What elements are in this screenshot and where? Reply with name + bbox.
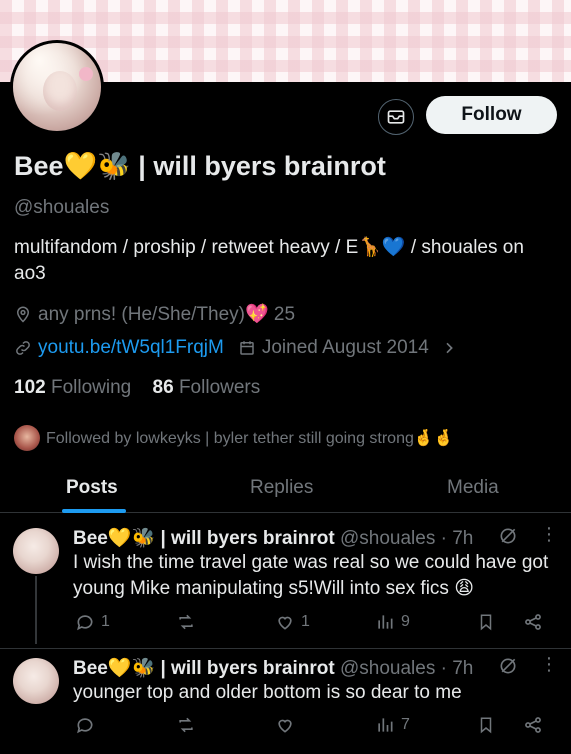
like-button[interactable]: 1	[275, 612, 310, 632]
more-options-icon[interactable]: ⋮	[540, 524, 558, 545]
reply-icon	[77, 718, 93, 734]
heart-icon	[278, 719, 292, 733]
views-button[interactable]: 7	[375, 715, 410, 735]
post-text: I wish the time travel gate was real so …	[73, 552, 549, 599]
post-actions: 7	[73, 715, 553, 737]
calendar-icon	[240, 341, 254, 355]
message-button[interactable]	[378, 99, 414, 135]
views-icon	[378, 718, 393, 732]
post-avatar[interactable]	[13, 528, 59, 574]
following-link[interactable]: 102 Following	[14, 377, 131, 398]
retweet-button[interactable]	[175, 612, 203, 632]
grok-icon[interactable]	[498, 656, 518, 676]
post-text: younger top and older bottom is so dear …	[73, 682, 462, 703]
views-icon	[378, 615, 393, 629]
profile-location: any prns! (He/She/They)💖 25	[38, 304, 296, 325]
mail-icon	[387, 110, 405, 124]
tab-posts[interactable]: Posts	[66, 477, 118, 499]
profile-bio: multifandom / proship / retweet heavy / …	[14, 237, 524, 284]
profile-display-name: Bee💛🐝 | will byers brainrot	[14, 151, 386, 181]
post-divider	[0, 648, 571, 649]
retweet-icon	[179, 717, 193, 733]
retweet-button[interactable]	[175, 715, 203, 735]
tab-media[interactable]: Media	[447, 477, 499, 499]
location-pin-icon	[16, 306, 30, 323]
profile-tabs: Posts Replies Media	[0, 468, 571, 513]
post-actions: 1 1 9	[73, 612, 553, 634]
follower-avatar	[14, 425, 40, 451]
active-tab-indicator	[62, 509, 126, 513]
profile-handle: @shouales	[14, 197, 110, 218]
post-author-name[interactable]: Bee💛🐝 | will byers brainrot	[73, 658, 335, 679]
retweet-icon	[179, 614, 193, 630]
followed-by-row[interactable]: Followed by lowkeyks | byler tether stil…	[14, 425, 454, 451]
bookmark-icon[interactable]	[477, 715, 495, 735]
post-author-name[interactable]: Bee💛🐝 | will byers brainrot	[73, 528, 335, 549]
bookmark-icon[interactable]	[477, 612, 495, 632]
reply-button[interactable]: 1	[75, 612, 110, 632]
tab-replies[interactable]: Replies	[250, 477, 313, 499]
followed-by-text: Followed by lowkeyks | byler tether stil…	[46, 430, 454, 447]
views-button[interactable]: 9	[375, 612, 410, 632]
post-meta: @shouales · 7h	[339, 658, 474, 679]
follow-button[interactable]: Follow	[426, 96, 557, 134]
like-button[interactable]	[275, 715, 301, 735]
heart-icon	[278, 616, 292, 630]
reply-button[interactable]	[75, 715, 101, 735]
profile-link[interactable]: youtu.be/tW5ql1FrqjM	[38, 337, 224, 359]
profile-joined: Joined August 2014	[261, 337, 429, 358]
share-icon[interactable]	[523, 715, 543, 735]
post-header: Bee💛🐝 | will byers brainrot @shouales · …	[73, 526, 473, 550]
profile-location-row: any prns! (He/She/They)💖 25	[14, 302, 295, 326]
profile-link-row: youtu.be/tW5ql1FrqjM Joined August 2014	[14, 337, 457, 359]
post-meta: @shouales · 7h	[339, 528, 474, 549]
more-options-icon[interactable]: ⋮	[540, 654, 558, 675]
chevron-right-icon[interactable]	[441, 340, 457, 356]
follow-counts: 102 Following 86 Followers	[14, 377, 260, 399]
link-icon	[16, 341, 30, 355]
post-avatar[interactable]	[13, 658, 59, 704]
share-icon[interactable]	[523, 612, 543, 632]
grok-icon[interactable]	[498, 526, 518, 546]
profile-avatar[interactable]	[10, 40, 104, 134]
reply-icon	[77, 615, 93, 631]
post-header: Bee💛🐝 | will byers brainrot @shouales · …	[73, 656, 473, 680]
thread-connector-line	[35, 576, 37, 644]
followers-link[interactable]: 86 Followers	[153, 377, 261, 398]
